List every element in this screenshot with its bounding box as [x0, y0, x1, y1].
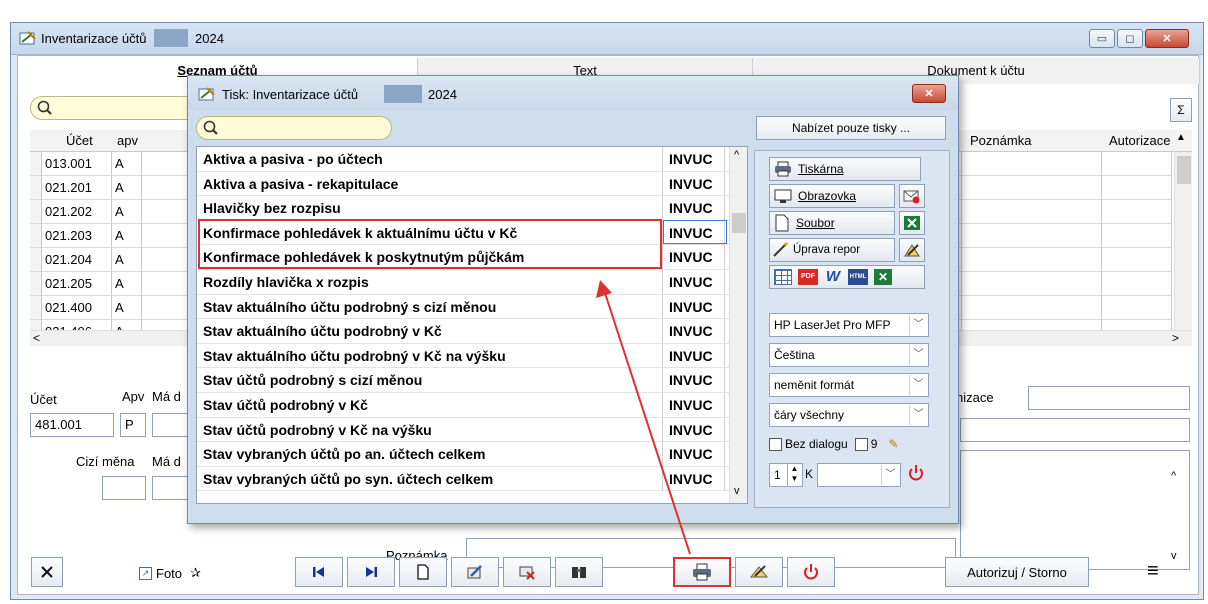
annotation-arrow: [596, 280, 691, 555]
